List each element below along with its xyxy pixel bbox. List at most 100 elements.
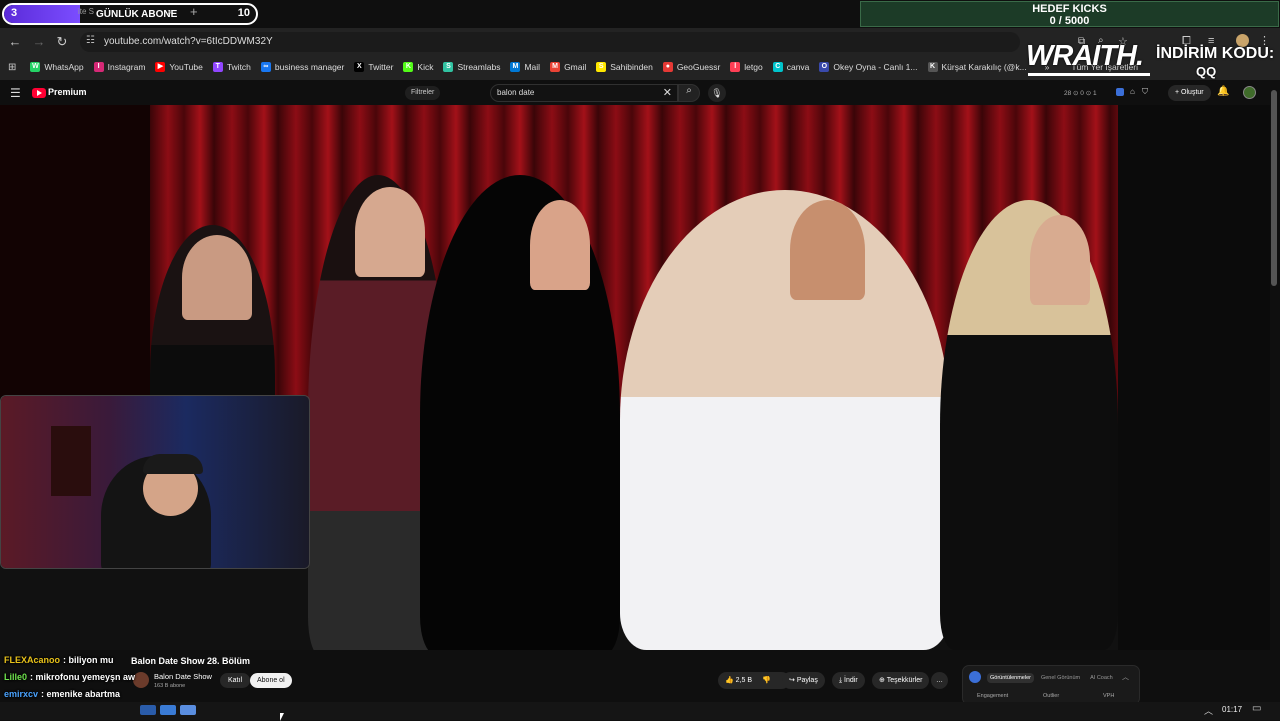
extension-icon[interactable]: ⌂ — [1130, 87, 1135, 96]
address-bar[interactable]: ☷ youtube.com/watch?v=6tIcDDWM32Y — [80, 32, 1020, 52]
account-avatar[interactable] — [1243, 86, 1256, 99]
thanks-button[interactable]: ⊕ Teşekkürler — [872, 672, 930, 689]
tab-close-icon[interactable]: × — [167, 7, 172, 17]
subscribe-button[interactable]: Abone ol — [250, 673, 292, 688]
create-button[interactable]: + Oluştur — [1168, 85, 1211, 101]
daily-subs-current: 3 — [11, 7, 18, 19]
taskbar-clock[interactable]: 01:17 — [1222, 705, 1242, 714]
bookmark-icon: K — [403, 62, 414, 72]
vidiq-tab[interactable]: Görüntülenmeler — [987, 673, 1034, 683]
headset-icon — [143, 454, 203, 474]
vidiq-header-vph: VPH — [1103, 693, 1115, 699]
new-tab-button[interactable]: + — [190, 4, 198, 19]
bookmark-item[interactable]: M Gmail — [550, 62, 586, 72]
chevron-up-icon[interactable]: ︿ — [1122, 672, 1129, 682]
bookmark-icon: S — [596, 62, 607, 72]
kicks-goal-value: 0 / 5000 — [1049, 15, 1090, 27]
bookmark-label: Okey Oyna - Canlı 1... — [833, 62, 918, 72]
taskbar-app-icon[interactable] — [180, 705, 196, 715]
notification-center-icon[interactable]: ▭ — [1252, 703, 1261, 714]
like-icon[interactable]: 👍 — [725, 677, 734, 684]
forward-icon[interactable]: → — [32, 34, 46, 49]
address-url[interactable]: youtube.com/watch?v=6tIcDDWM32Y — [104, 36, 273, 47]
bookmark-icon: M — [550, 62, 561, 72]
bookmark-item[interactable]: ▶ YouTube — [155, 62, 203, 72]
bookmark-item[interactable]: M Mail — [510, 62, 540, 72]
vidiq-tab[interactable]: AI Coach — [1087, 673, 1116, 683]
bookmark-item[interactable]: X Twitter — [354, 62, 393, 72]
apps-grid-icon[interactable]: ⊞ — [8, 62, 16, 73]
bookmark-label: Instagram — [107, 62, 146, 72]
page-scrollbar[interactable] — [1271, 90, 1277, 286]
bookmark-item[interactable]: S Sahibinden — [596, 62, 653, 72]
join-button[interactable]: Katıl — [220, 673, 251, 688]
bookmark-item[interactable]: ∞ business manager — [260, 62, 344, 72]
reload-icon[interactable]: ↻ — [55, 34, 69, 50]
like-dislike-group: 👍 2,5 B 👎 — [718, 672, 790, 689]
promo-code-value: QQ — [1196, 64, 1217, 79]
bookmark-icon: T — [212, 62, 223, 72]
notifications-bell-icon[interactable]: 🔔 — [1217, 86, 1229, 97]
chat-message: emirxcv: emenike abartma — [4, 689, 120, 699]
bookmark-icon: X — [354, 62, 365, 72]
youtube-logo-icon[interactable] — [32, 88, 46, 98]
bookmark-icon: l — [730, 62, 741, 72]
bookmark-item[interactable]: W WhatsApp — [30, 62, 84, 72]
thanks-label: Teşekkürler — [886, 677, 923, 684]
bookmark-item[interactable]: Ccanva — [772, 62, 809, 72]
video-title: Balon Date Show 28. Bölüm — [131, 656, 251, 666]
share-button[interactable]: ↪ Paylaş — [782, 672, 825, 689]
taskbar-app-icon[interactable] — [160, 705, 176, 715]
youtube-search-input[interactable]: balon date ✕ — [490, 84, 678, 102]
bookmark-icon: W — [30, 62, 41, 72]
back-icon[interactable]: ← — [8, 34, 22, 49]
clear-search-icon[interactable]: ✕ — [663, 86, 672, 99]
tray-chevron-up-icon[interactable]: ︿ — [1204, 704, 1213, 717]
bookmark-item[interactable]: O Okey Oyna - Canlı 1... — [819, 62, 918, 72]
more-actions-button[interactable]: … — [931, 672, 948, 689]
bookmark-item[interactable]: ● GeoGuessr — [662, 62, 720, 72]
site-info-icon[interactable]: ☷ — [86, 35, 95, 46]
voice-search-icon[interactable]: 🎙 — [708, 84, 726, 102]
bookmark-label: YouTube — [169, 62, 203, 72]
vidiq-tab[interactable]: Genel Görünüm — [1038, 673, 1083, 683]
channel-name[interactable]: Balon Date Show — [154, 672, 212, 681]
hamburger-menu-icon[interactable]: ☰ — [10, 86, 21, 100]
download-button[interactable]: ⤓ İndir — [832, 672, 865, 689]
bookmark-label: Gmail — [564, 62, 587, 72]
kicks-goal-panel: HEDEF KICKS 0 / 5000 — [860, 1, 1279, 27]
vidiq-icon[interactable] — [1116, 88, 1124, 96]
bookmark-label: Streamlabs — [457, 62, 501, 72]
bookmark-item[interactable]: K Kick — [403, 62, 433, 72]
kicks-goal-title: HEDEF KICKS — [1032, 3, 1107, 15]
like-count[interactable]: 2,5 B — [736, 677, 752, 684]
person-3 — [420, 175, 620, 650]
bookmark-item[interactable]: K Kürşat Karakılıç (@k... — [927, 62, 1027, 72]
daily-subs-goal-bar: 3 GÜNLÜK ABONE 10 — [2, 3, 258, 25]
youtube-premium-label[interactable]: Premium — [48, 87, 87, 97]
daily-subs-goal: 10 — [237, 7, 250, 19]
dislike-icon[interactable]: 👎 — [762, 677, 771, 684]
bookmark-icon: ● — [662, 62, 673, 72]
bookmark-label: Kick — [417, 62, 434, 72]
channel-avatar[interactable] — [133, 672, 149, 688]
sponsor-logo: WRAITH. — [1026, 40, 1144, 72]
bookmark-item[interactable]: I Instagram — [93, 62, 146, 72]
taskbar-app-icon[interactable] — [140, 705, 156, 715]
bride-dress — [620, 190, 950, 650]
browser-tab-title[interactable]: ite S — [78, 7, 94, 16]
chat-text: : mikrofonu yemeyşn aw — [30, 672, 136, 682]
bookmark-item[interactable]: T Twitch — [212, 62, 251, 72]
filters-button[interactable]: Filtreler — [405, 86, 441, 100]
search-query[interactable]: balon date — [497, 88, 534, 97]
bookmark-item[interactable]: l letgo — [730, 62, 763, 72]
person-3-face — [530, 200, 590, 290]
award-icon[interactable]: ⛉ — [1142, 87, 1148, 97]
promo-code-label: İNDİRİM KODU: — [1156, 45, 1275, 62]
create-label: Oluştur — [1181, 89, 1204, 96]
bookmark-item[interactable]: S Streamlabs — [443, 62, 500, 72]
bookmark-label: Twitter — [368, 62, 394, 72]
bookmark-icon: C — [772, 62, 783, 72]
channel-subscribers: 163 B abone — [154, 683, 186, 689]
search-button[interactable]: ⌕ — [678, 84, 700, 102]
